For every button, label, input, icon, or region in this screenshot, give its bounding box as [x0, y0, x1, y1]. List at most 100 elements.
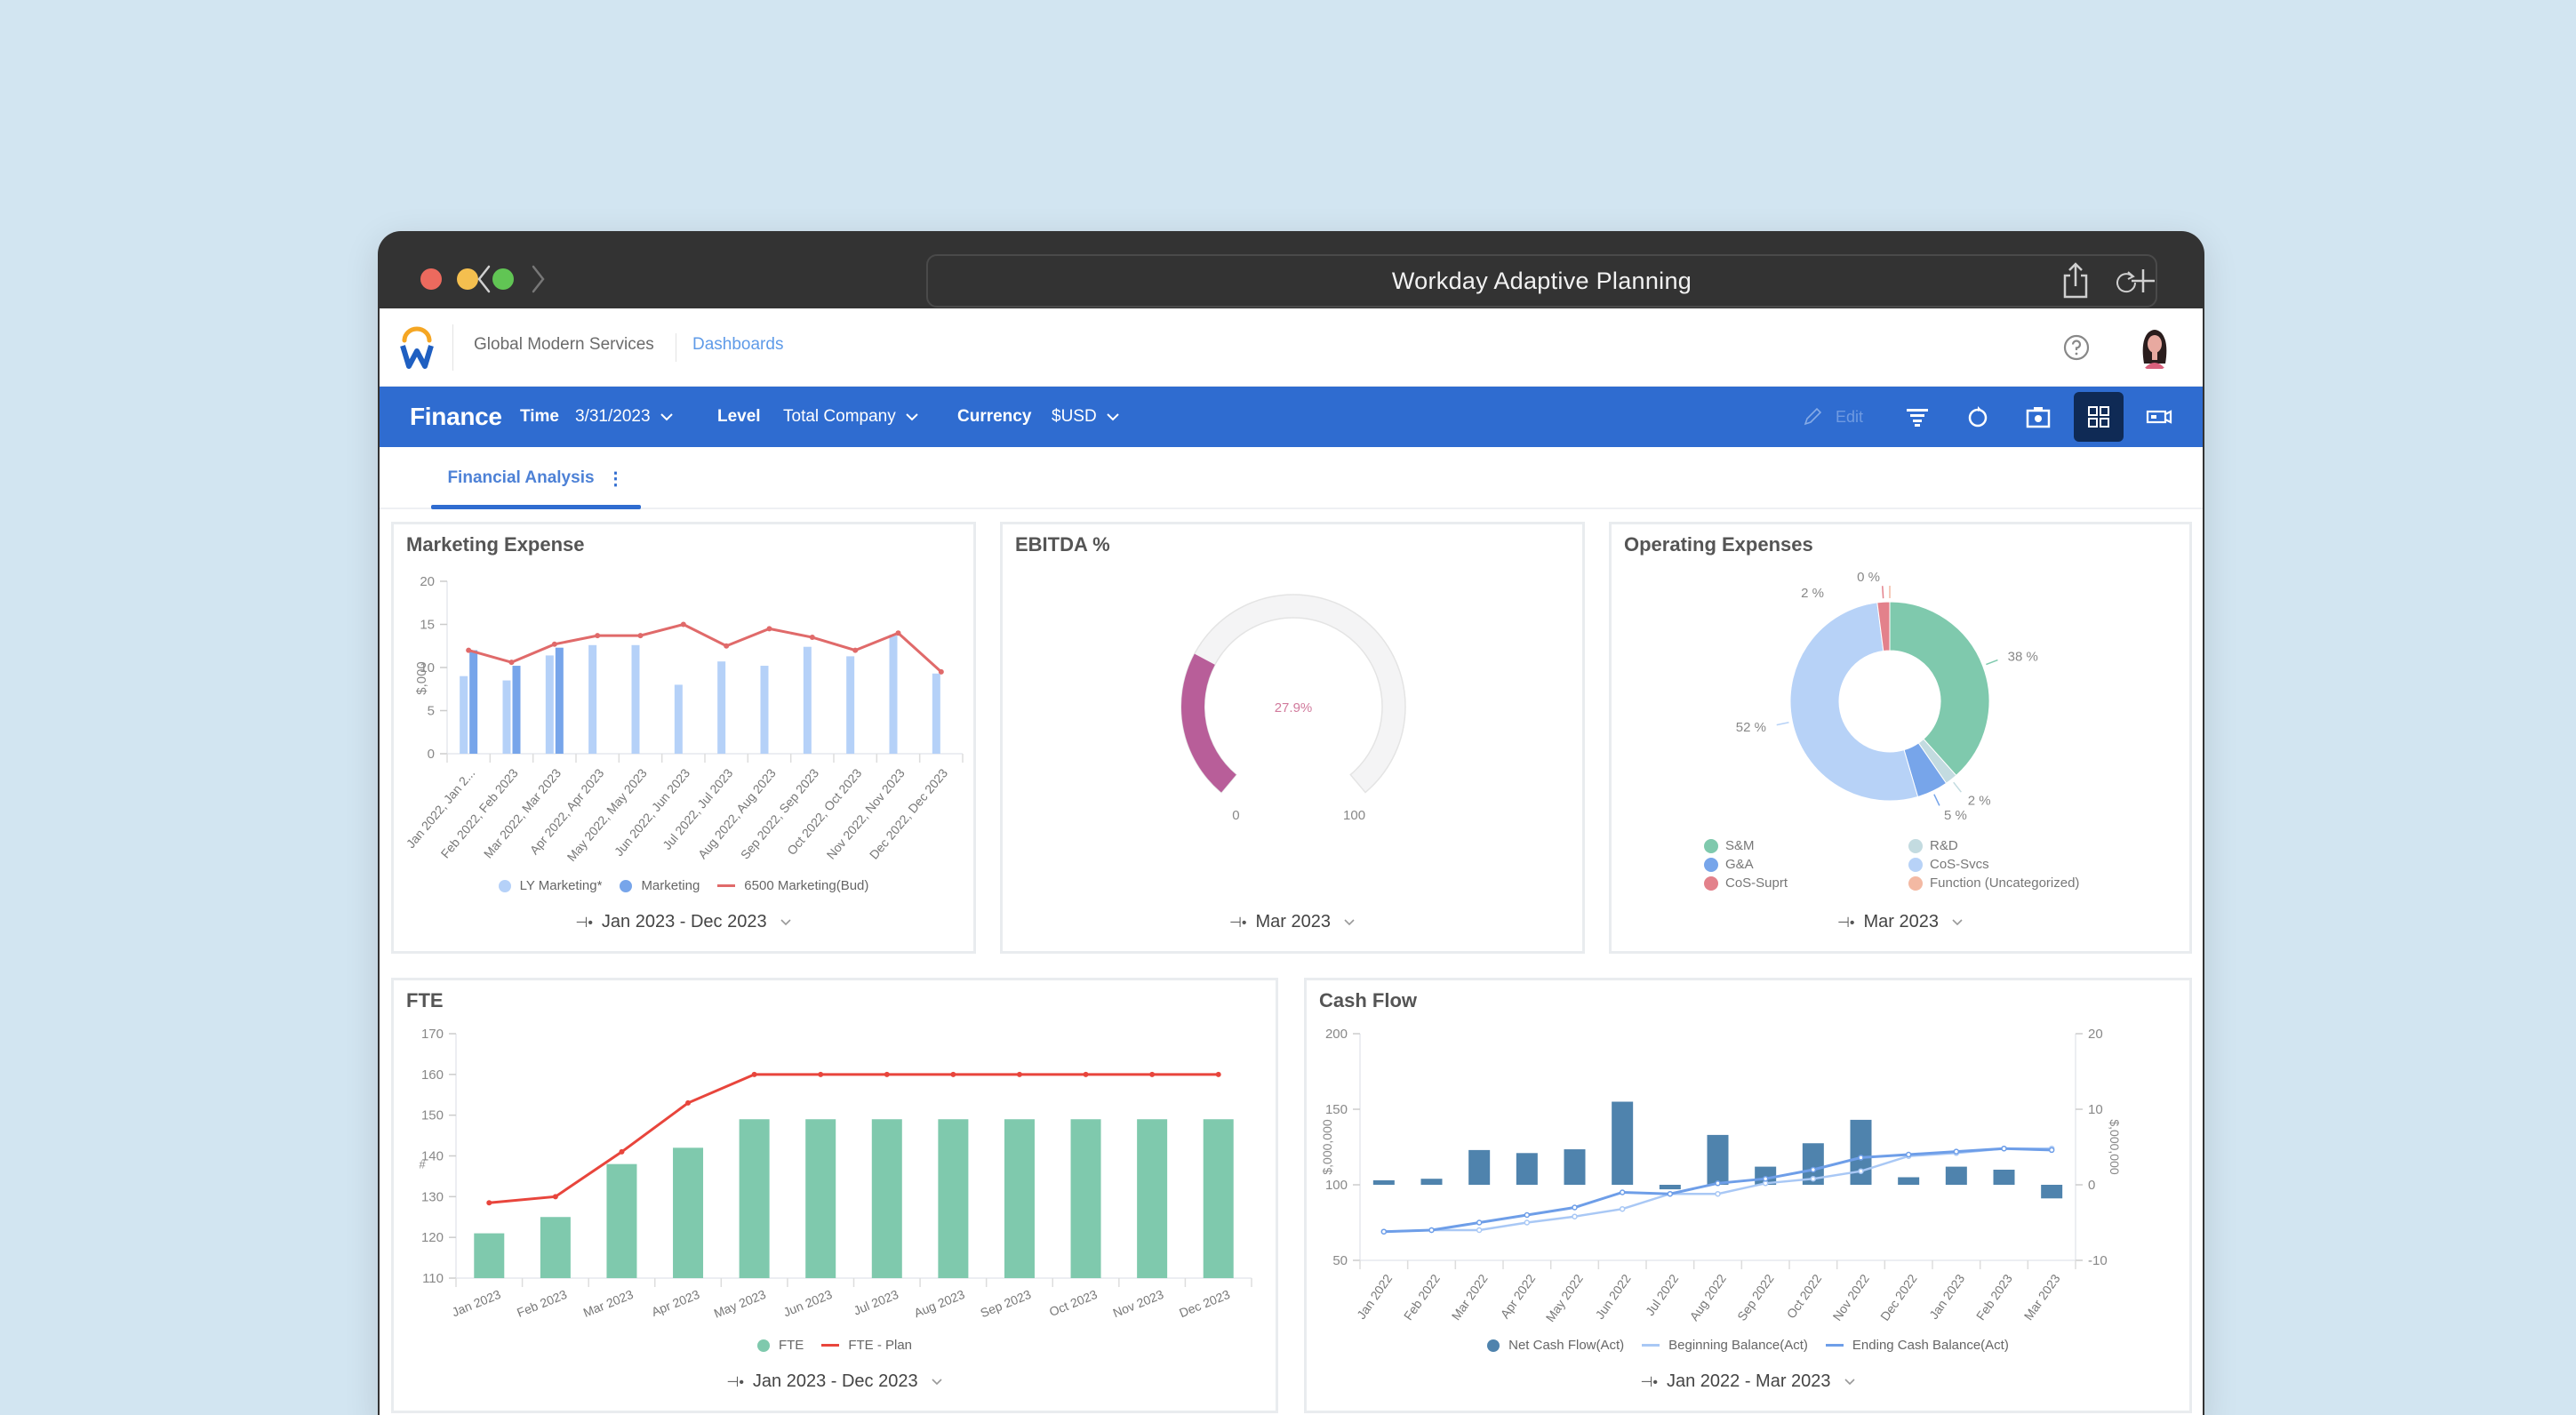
legend-line-swatch: [1642, 1344, 1660, 1347]
bar-marketing: [512, 666, 521, 754]
slice-label-connector: [1776, 722, 1789, 726]
period-selector[interactable]: ⊣• Jan 2022 - Mar 2023: [1307, 1371, 2189, 1392]
x-tick-label: Feb 2023: [515, 1287, 569, 1320]
bar-fte: [938, 1119, 969, 1278]
point-fte-plan: [1149, 1071, 1156, 1077]
legend-dot-swatch: [1704, 857, 1718, 872]
legend-item[interactable]: G&A: [1704, 857, 1908, 872]
legend-label: Ending Cash Balance(Act): [1852, 1338, 2009, 1353]
help-icon[interactable]: [2062, 333, 2091, 362]
x-tick-label: Jan 2023: [1926, 1271, 1967, 1322]
y-tick-label: 130: [421, 1189, 444, 1204]
legend-dot-swatch: [1908, 875, 1923, 891]
bar-fte: [673, 1147, 704, 1278]
point-ending-cash-balance: [1380, 1228, 1388, 1235]
back-button[interactable]: [467, 260, 502, 299]
close-window-button[interactable]: [420, 268, 442, 290]
legend-item[interactable]: 6500 Marketing(Bud): [717, 878, 868, 893]
marketing-legend: LY Marketing* Marketing 6500 Marketing(Bud…: [394, 878, 973, 893]
time-dropdown[interactable]: 3/31/2023: [575, 387, 674, 447]
card-operating-expenses: Operating Expenses 38 % 2 % 5 % 52 % 2 % 0 % …: [1609, 522, 2192, 954]
point-fte-plan: [818, 1071, 824, 1077]
bar-ly-marketing: [932, 673, 940, 754]
y-tick-label: 110: [422, 1271, 444, 1286]
x-tick-label: Nov 2023: [1111, 1287, 1166, 1320]
x-tick-label: Oct 2023: [1047, 1287, 1100, 1319]
browser-window: Workday Adaptive Planning Global Modern …: [378, 231, 2204, 1415]
legend-line-swatch: [1825, 1344, 1844, 1347]
level-value: Total Company: [783, 407, 896, 426]
snapshot-button[interactable]: [2020, 399, 2056, 435]
legend-item[interactable]: FTE - Plan: [821, 1338, 912, 1353]
tab-financial-analysis[interactable]: Financial Analysis ⋮: [431, 447, 641, 509]
legend-item[interactable]: R&D: [1908, 838, 2140, 853]
legend-item[interactable]: Function (Uncategorized): [1908, 875, 2140, 891]
legend-item[interactable]: Marketing: [620, 878, 700, 893]
level-dropdown[interactable]: Total Company: [783, 387, 919, 447]
x-tick-label: Jul 2022: [1643, 1271, 1682, 1318]
legend-item[interactable]: S&M: [1704, 838, 1908, 853]
bar-net-cash-flow: [1850, 1119, 1872, 1185]
period-selector[interactable]: ⊣• Mar 2023: [1003, 912, 1582, 932]
x-tick-label: Dec 2023: [1177, 1287, 1232, 1320]
dashboard-tabs: Financial Analysis ⋮: [380, 447, 2203, 509]
chevron-down-icon: [1344, 919, 1355, 926]
x-tick-label: Aug 2022, Aug 2023: [695, 765, 779, 861]
y-tick-label: 0: [2088, 1178, 2095, 1193]
slice-label: 2 %: [1801, 586, 1824, 601]
card-fte: FTE 110 120 130 140 150 160 170 # Jan 2023 Feb 20…: [391, 978, 1278, 1413]
pencil-icon: [1804, 407, 1822, 426]
legend-item[interactable]: CoS-Suprt: [1704, 875, 1908, 891]
slice-label: 2 %: [1968, 794, 1991, 809]
new-tab-icon[interactable]: [2129, 267, 2157, 295]
line-marketing-budget: [468, 622, 942, 673]
legend-item[interactable]: CoS-Svcs: [1908, 857, 2140, 872]
chevron-right-icon: [532, 265, 545, 293]
legend-item[interactable]: Ending Cash Balance(Act): [1825, 1338, 2009, 1353]
point-fte-plan: [1016, 1071, 1022, 1077]
pin-icon: ⊣•: [1228, 915, 1247, 931]
legend-dot-swatch: [1908, 857, 1923, 872]
gauge-value-arc: [1181, 653, 1236, 793]
card-marketing-expense: Marketing Expense 0 5 10 15 20 $,000 Jan 2022,…: [391, 522, 976, 954]
legend-item[interactable]: Net Cash Flow(Act): [1487, 1338, 1624, 1353]
legend-label: Marketing: [641, 878, 700, 893]
filter-button[interactable]: [1900, 399, 1935, 435]
refresh-button[interactable]: [1960, 399, 1996, 435]
slice-label-connector: [1882, 586, 1884, 599]
bar-net-cash-flow: [1707, 1134, 1729, 1185]
legend-label: FTE - Plan: [848, 1338, 913, 1353]
point-ending-cash-balance: [1762, 1175, 1769, 1182]
x-tick-label: Sep 2022, Sep 2023: [738, 765, 821, 861]
presentation-button[interactable]: [2141, 399, 2177, 435]
legend-item[interactable]: FTE: [756, 1338, 804, 1353]
user-avatar[interactable]: [2137, 324, 2172, 371]
bar-fte: [474, 1233, 505, 1278]
grid-view-button[interactable]: [2074, 392, 2124, 442]
y-tick-label: 15: [420, 618, 435, 633]
period-selector[interactable]: ⊣• Jan 2023 - Dec 2023: [394, 1371, 1276, 1392]
share-icon[interactable]: [2060, 261, 2092, 300]
edit-button[interactable]: Edit: [1802, 387, 1863, 447]
period-selector[interactable]: ⊣• Mar 2023: [1612, 912, 2189, 932]
legend-item[interactable]: Beginning Balance(Act): [1642, 1338, 1808, 1353]
legend-item[interactable]: LY Marketing*: [498, 878, 602, 893]
forward-button[interactable]: [520, 260, 556, 299]
pin-icon: ⊣•: [575, 915, 593, 931]
x-tick-label: Nov 2022: [1829, 1271, 1872, 1323]
more-options-icon[interactable]: ⋮: [607, 468, 625, 490]
point-fte-plan: [486, 1200, 492, 1206]
breadcrumb-dashboards[interactable]: Dashboards: [692, 335, 783, 355]
x-tick-label: Mar 2022: [1449, 1271, 1491, 1323]
bar-ly-marketing: [588, 644, 597, 754]
legend-dot-swatch: [1908, 838, 1923, 853]
bar-fte: [1070, 1119, 1101, 1278]
y-axis-title-left: $,000,000: [1320, 1119, 1334, 1174]
currency-dropdown[interactable]: $USD: [1052, 387, 1120, 447]
period-label: Jan 2023 - Dec 2023: [601, 912, 767, 931]
workday-logo-icon[interactable]: [399, 324, 435, 371]
y-tick-label: 120: [421, 1230, 444, 1245]
period-selector[interactable]: ⊣• Jan 2023 - Dec 2023: [394, 912, 973, 932]
bar-net-cash-flow: [1468, 1149, 1491, 1185]
address-bar[interactable]: Workday Adaptive Planning: [926, 254, 2157, 308]
